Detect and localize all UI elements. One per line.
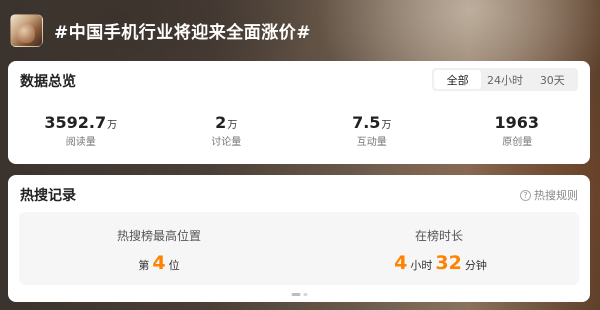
hot-search-rules-link[interactable]: ? 热搜规则 bbox=[520, 187, 578, 203]
hot-search-card: 热搜记录 ? 热搜规则 热搜榜最高位置 第4位 在榜时长 4 小时 32 分钟 bbox=[8, 175, 590, 302]
duration-cell: 在榜时长 4 小时 32 分钟 bbox=[299, 212, 579, 285]
stat-discussions: 2万 讨论量 bbox=[154, 113, 300, 148]
stat-label: 讨论量 bbox=[211, 137, 242, 148]
stat-original: 1963 原创量 bbox=[445, 113, 591, 148]
page-indicator bbox=[290, 293, 309, 296]
page-dot[interactable] bbox=[303, 293, 307, 296]
stat-value: 1963 bbox=[494, 113, 540, 132]
stat-unit: 万 bbox=[227, 120, 238, 131]
data-overview-card: 数据总览 全部 24小时 30天 3592.7万 阅读量 2万 讨论量 7.5万… bbox=[8, 61, 590, 164]
duration-minutes: 32 bbox=[435, 252, 462, 274]
highest-rank-cell: 热搜榜最高位置 第4位 bbox=[19, 212, 299, 285]
stat-value: 3592.7 bbox=[44, 113, 107, 132]
tab-30d[interactable]: 30天 bbox=[529, 70, 576, 89]
minutes-unit: 分钟 bbox=[464, 259, 487, 272]
stat-reads: 3592.7万 阅读量 bbox=[8, 113, 154, 148]
rank-suffix: 位 bbox=[168, 259, 180, 272]
stat-interactions: 7.5万 互动量 bbox=[299, 113, 445, 148]
stat-label: 原创量 bbox=[502, 137, 533, 148]
stat-label: 互动量 bbox=[356, 137, 387, 148]
rank-value: 4 bbox=[152, 252, 166, 274]
topic-header: #中国手机行业将迎来全面涨价# bbox=[10, 12, 311, 48]
topic-avatar[interactable] bbox=[10, 13, 43, 47]
overview-title: 数据总览 bbox=[20, 74, 76, 90]
page-dot-active[interactable] bbox=[291, 293, 300, 296]
stat-value: 7.5 bbox=[352, 113, 381, 132]
duration-hours: 4 bbox=[394, 252, 408, 274]
stat-unit: 万 bbox=[381, 120, 392, 131]
hot-search-title: 热搜记录 bbox=[20, 188, 76, 204]
duration-label: 在榜时长 bbox=[414, 229, 463, 243]
highest-rank-label: 热搜榜最高位置 bbox=[116, 229, 201, 243]
hours-unit: 小时 bbox=[410, 259, 433, 272]
topic-title: #中国手机行业将迎来全面涨价# bbox=[54, 22, 311, 43]
rank-prefix: 第 bbox=[138, 259, 150, 272]
time-range-tabs: 全部 24小时 30天 bbox=[432, 68, 578, 91]
stat-unit: 万 bbox=[107, 120, 118, 131]
stats-row: 3592.7万 阅读量 2万 讨论量 7.5万 互动量 1963 原创量 bbox=[8, 113, 590, 148]
tab-all[interactable]: 全部 bbox=[434, 70, 482, 89]
rules-link-label: 热搜规则 bbox=[534, 189, 578, 202]
tab-24h[interactable]: 24小时 bbox=[481, 70, 528, 89]
stat-value: 2 bbox=[215, 113, 227, 132]
stat-label: 阅读量 bbox=[65, 137, 96, 148]
question-icon: ? bbox=[520, 189, 531, 201]
hot-search-panel: 热搜榜最高位置 第4位 在榜时长 4 小时 32 分钟 bbox=[19, 212, 579, 285]
